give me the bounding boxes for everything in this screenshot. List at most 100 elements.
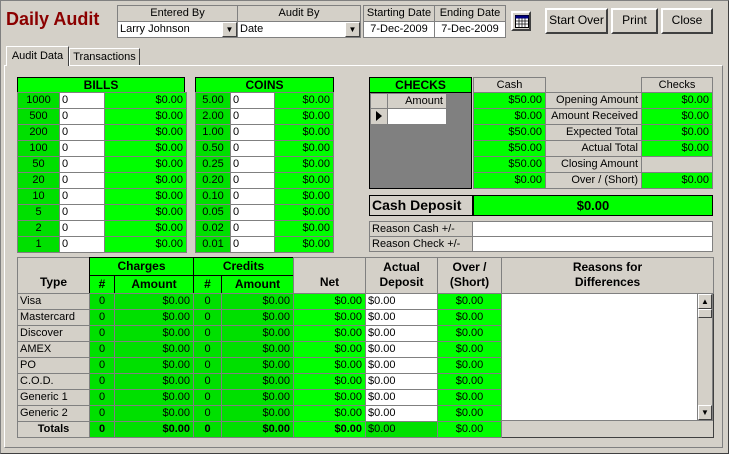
coins-quantity-input[interactable]: 0 bbox=[230, 124, 275, 141]
bills-quantity-input[interactable]: 0 bbox=[59, 236, 105, 253]
ending-date-field[interactable]: 7-Dec-2009 bbox=[434, 21, 506, 38]
charges-amount[interactable]: $0.00 bbox=[114, 325, 194, 342]
credits-amount[interactable]: $0.00 bbox=[221, 293, 294, 310]
print-button[interactable]: Print bbox=[611, 8, 658, 34]
bills-quantity-input[interactable]: 0 bbox=[59, 124, 105, 141]
charges-amount[interactable]: $0.00 bbox=[114, 357, 194, 374]
net-amount: $0.00 bbox=[293, 357, 366, 374]
bills-quantity-input[interactable]: 0 bbox=[59, 172, 105, 189]
grid-over-short-header: Over / (Short) bbox=[437, 257, 502, 294]
credits-count[interactable]: 0 bbox=[193, 389, 222, 406]
tab-audit-data[interactable]: Audit Data bbox=[6, 46, 69, 66]
credits-count[interactable]: 0 bbox=[193, 325, 222, 342]
tab-transactions[interactable]: Transactions bbox=[69, 48, 140, 65]
reasons-scrollbar[interactable]: ▲ ▼ bbox=[697, 293, 713, 421]
actual-deposit-input[interactable]: $0.00 bbox=[365, 293, 438, 310]
credits-count[interactable]: 0 bbox=[193, 309, 222, 326]
charges-amount[interactable]: $0.00 bbox=[114, 341, 194, 358]
credits-count[interactable]: 0 bbox=[193, 341, 222, 358]
actual-deposit-input[interactable]: $0.00 bbox=[365, 325, 438, 342]
summary-checks-value: $0.00 bbox=[641, 108, 713, 125]
charges-amount[interactable]: $0.00 bbox=[114, 405, 194, 422]
bills-denomination: 50 bbox=[17, 156, 60, 173]
actual-deposit-input[interactable]: $0.00 bbox=[365, 405, 438, 422]
summary-row-label: Opening Amount bbox=[545, 92, 642, 109]
actual-deposit-input[interactable]: $0.00 bbox=[365, 373, 438, 390]
charges-count[interactable]: 0 bbox=[89, 293, 115, 310]
audit-by-dropdown-icon[interactable]: ▼ bbox=[345, 22, 360, 37]
bills-denomination: 1000 bbox=[17, 92, 60, 109]
charges-count[interactable]: 0 bbox=[89, 309, 115, 326]
summary-cash-value: $50.00 bbox=[473, 156, 546, 173]
bills-header: BILLS bbox=[17, 77, 185, 93]
coins-quantity-input[interactable]: 0 bbox=[230, 236, 275, 253]
reasons-for-differences-memo[interactable] bbox=[501, 293, 698, 421]
credits-count[interactable]: 0 bbox=[193, 373, 222, 390]
charges-count[interactable]: 0 bbox=[89, 325, 115, 342]
bills-amount: $0.00 bbox=[104, 92, 187, 109]
coins-quantity-input[interactable]: 0 bbox=[230, 92, 275, 109]
bills-quantity-input[interactable]: 0 bbox=[59, 108, 105, 125]
starting-date-field[interactable]: 7-Dec-2009 bbox=[363, 21, 435, 38]
credits-amount[interactable]: $0.00 bbox=[221, 325, 294, 342]
credits-count[interactable]: 0 bbox=[193, 293, 222, 310]
credits-amount[interactable]: $0.00 bbox=[221, 341, 294, 358]
coins-quantity-input[interactable]: 0 bbox=[230, 220, 275, 237]
checks-amount-input[interactable] bbox=[387, 108, 447, 125]
charges-count[interactable]: 0 bbox=[89, 405, 115, 422]
coins-quantity-input[interactable]: 0 bbox=[230, 140, 275, 157]
bills-quantity-input[interactable]: 0 bbox=[59, 92, 105, 109]
charges-amount[interactable]: $0.00 bbox=[114, 293, 194, 310]
charges-amount[interactable]: $0.00 bbox=[114, 309, 194, 326]
entered-by-combo[interactable]: Larry Johnson bbox=[117, 21, 238, 38]
scroll-up-icon[interactable]: ▲ bbox=[698, 294, 712, 309]
charges-count[interactable]: 0 bbox=[89, 389, 115, 406]
scroll-down-icon[interactable]: ▼ bbox=[698, 405, 712, 420]
bills-quantity-input[interactable]: 0 bbox=[59, 156, 105, 173]
coins-quantity-input[interactable]: 0 bbox=[230, 172, 275, 189]
summary-cash-value: $50.00 bbox=[473, 92, 546, 109]
scroll-thumb[interactable] bbox=[698, 309, 712, 318]
coins-denomination: 0.01 bbox=[195, 236, 231, 253]
charges-amount[interactable]: $0.00 bbox=[114, 389, 194, 406]
credits-amount[interactable]: $0.00 bbox=[221, 309, 294, 326]
reason-check-input[interactable] bbox=[472, 236, 713, 252]
actual-deposit-input[interactable]: $0.00 bbox=[365, 357, 438, 374]
credits-count[interactable]: 0 bbox=[193, 357, 222, 374]
entered-by-dropdown-icon[interactable]: ▼ bbox=[222, 22, 237, 37]
credits-amount[interactable]: $0.00 bbox=[221, 357, 294, 374]
start-over-button[interactable]: Start Over bbox=[545, 8, 608, 34]
bills-quantity-input[interactable]: 0 bbox=[59, 204, 105, 221]
charges-count[interactable]: 0 bbox=[89, 357, 115, 374]
bills-quantity-input[interactable]: 0 bbox=[59, 220, 105, 237]
coins-quantity-input[interactable]: 0 bbox=[230, 108, 275, 125]
charges-count[interactable]: 0 bbox=[89, 373, 115, 390]
net-amount: $0.00 bbox=[293, 341, 366, 358]
audit-by-combo[interactable]: Date bbox=[237, 21, 361, 38]
credits-count[interactable]: 0 bbox=[193, 405, 222, 422]
credits-amount[interactable]: $0.00 bbox=[221, 373, 294, 390]
coins-quantity-input[interactable]: 0 bbox=[230, 204, 275, 221]
coins-quantity-input[interactable]: 0 bbox=[230, 188, 275, 205]
coins-header: COINS bbox=[195, 77, 334, 93]
credits-amount[interactable]: $0.00 bbox=[221, 405, 294, 422]
bills-quantity-input[interactable]: 0 bbox=[59, 188, 105, 205]
payment-type: Generic 1 bbox=[17, 389, 90, 406]
grid-charges-header: Charges bbox=[89, 257, 194, 276]
credits-amount[interactable]: $0.00 bbox=[221, 389, 294, 406]
actual-deposit-input[interactable]: $0.00 bbox=[365, 389, 438, 406]
bills-amount: $0.00 bbox=[104, 140, 187, 157]
coins-denomination: 0.10 bbox=[195, 188, 231, 205]
calendar-button[interactable] bbox=[511, 11, 531, 31]
actual-deposit-input[interactable]: $0.00 bbox=[365, 341, 438, 358]
charges-amount[interactable]: $0.00 bbox=[114, 373, 194, 390]
charges-count[interactable]: 0 bbox=[89, 341, 115, 358]
coins-amount: $0.00 bbox=[274, 140, 334, 157]
coins-quantity-input[interactable]: 0 bbox=[230, 156, 275, 173]
checks-record-selector[interactable] bbox=[370, 108, 388, 125]
bills-quantity-input[interactable]: 0 bbox=[59, 140, 105, 157]
reason-cash-input[interactable] bbox=[472, 221, 713, 237]
reason-check-label: Reason Check +/- bbox=[369, 236, 473, 252]
close-button[interactable]: Close bbox=[661, 8, 713, 34]
actual-deposit-input[interactable]: $0.00 bbox=[365, 309, 438, 326]
